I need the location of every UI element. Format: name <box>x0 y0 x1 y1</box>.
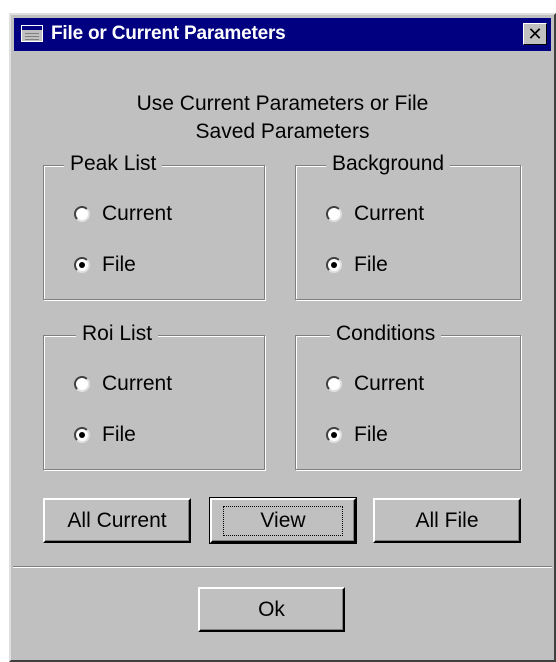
group-label-background: Background <box>326 151 451 177</box>
all-file-button[interactable]: All File <box>373 498 521 543</box>
view-button[interactable]: View <box>209 497 357 544</box>
view-button-label: View <box>223 505 343 536</box>
dialog-window: File or Current Parameters ✕ Use Current… <box>9 13 556 662</box>
group-label-roi-list: Roi List <box>76 321 159 347</box>
radio-button-unchecked[interactable] <box>74 376 90 392</box>
window-icon <box>21 25 43 42</box>
group-peak-list: Peak List Current File <box>43 151 265 300</box>
instruction-text: Use Current Parameters or File Saved Par… <box>11 90 554 146</box>
group-roi-list: Roi List Current File <box>43 321 265 470</box>
radio-button-checked[interactable] <box>326 257 342 273</box>
radio-label-file: File <box>102 253 136 276</box>
radio-label-current: Current <box>102 202 173 225</box>
close-button[interactable]: ✕ <box>523 23 547 45</box>
radio-button-unchecked[interactable] <box>326 206 342 222</box>
group-conditions: Conditions Current File <box>295 321 521 470</box>
group-label-peak-list: Peak List <box>64 151 163 177</box>
radio-button-unchecked[interactable] <box>326 376 342 392</box>
radio-peak-list-file[interactable]: File <box>74 253 136 277</box>
group-background: Background Current File <box>295 151 521 300</box>
radio-label-current: Current <box>102 372 173 395</box>
radio-roi-list-file[interactable]: File <box>74 423 136 447</box>
radio-background-file[interactable]: File <box>326 253 388 277</box>
all-current-button-label: All Current <box>67 508 167 532</box>
radio-peak-list-current[interactable]: Current <box>74 202 172 226</box>
all-file-button-label: All File <box>415 508 479 532</box>
radio-roi-list-current[interactable]: Current <box>74 372 172 396</box>
instruction-line-1: Use Current Parameters or File <box>136 92 429 115</box>
ok-button[interactable]: Ok <box>198 587 345 632</box>
radio-button-unchecked[interactable] <box>74 206 90 222</box>
radio-button-checked[interactable] <box>74 257 90 273</box>
close-icon: ✕ <box>527 24 543 44</box>
radio-label-file: File <box>102 423 136 446</box>
radio-button-checked[interactable] <box>326 427 342 443</box>
window-title: File or Current Parameters <box>51 23 286 44</box>
radio-label-current: Current <box>354 372 425 395</box>
all-current-button[interactable]: All Current <box>43 498 191 543</box>
radio-label-current: Current <box>354 202 425 225</box>
title-bar[interactable]: File or Current Parameters ✕ <box>14 18 551 51</box>
radio-label-file: File <box>354 423 388 446</box>
separator-line <box>13 566 552 568</box>
radio-conditions-current[interactable]: Current <box>326 372 424 396</box>
ok-button-label: Ok <box>258 597 285 621</box>
group-label-conditions: Conditions <box>330 321 442 347</box>
radio-background-current[interactable]: Current <box>326 202 424 226</box>
instruction-line-2: Saved Parameters <box>195 120 370 143</box>
radio-conditions-file[interactable]: File <box>326 423 388 447</box>
radio-label-file: File <box>354 253 388 276</box>
radio-button-checked[interactable] <box>74 427 90 443</box>
